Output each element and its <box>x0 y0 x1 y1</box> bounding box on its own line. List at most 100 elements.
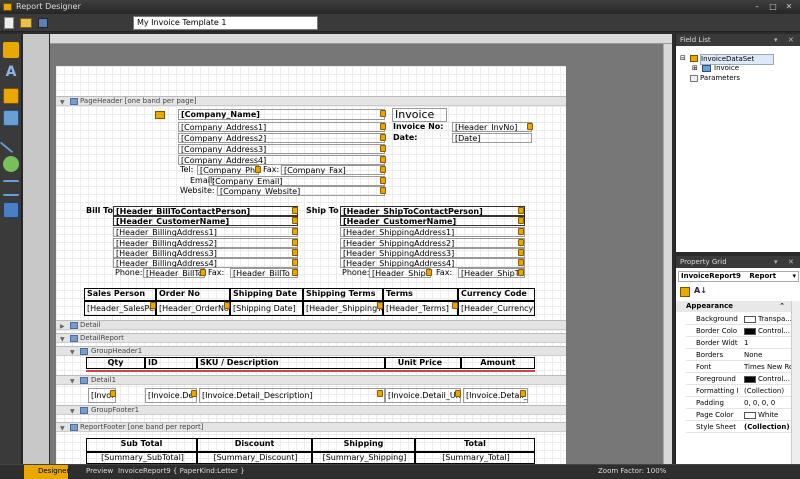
prop-row-foreground[interactable]: Foreground Control... <box>686 373 800 385</box>
smart-tag-icon[interactable] <box>255 166 261 173</box>
smart-tag-icon[interactable] <box>292 259 298 266</box>
bill-to-address2-field[interactable]: [Header_BillingAddress2] <box>113 238 298 248</box>
smart-tag-icon[interactable] <box>520 390 526 397</box>
section-appearance[interactable]: Appearance ⌃ <box>676 301 791 312</box>
item-header-amount[interactable]: Amount <box>461 357 535 369</box>
property-grid-scrollbar[interactable] <box>791 301 800 464</box>
tab-preview[interactable]: Preview <box>72 465 113 479</box>
bill-to-fax-field[interactable]: [Header_BillTo <box>230 268 298 278</box>
company-address1-field[interactable]: [Company_Address1] <box>178 122 385 132</box>
item-cell-unit-price[interactable]: [Invoice.Detail_Uni <box>385 388 461 403</box>
tab-designer[interactable]: Designer <box>24 465 69 479</box>
collapse-icon[interactable]: ▼ <box>60 335 65 344</box>
item-cell-id[interactable]: [Invoice.De <box>145 388 197 403</box>
prop-row-border-width[interactable]: Border Widt 1 <box>686 337 800 349</box>
band-report-footer[interactable]: ▼ ReportFooter [one band per report] <box>56 422 566 432</box>
collapse-icon[interactable]: ▼ <box>70 407 75 416</box>
item-header-qty[interactable]: Qty <box>86 357 145 369</box>
ship-to-address1-field[interactable]: [Header_ShippingAddress1] <box>340 227 525 237</box>
smart-tag-icon[interactable] <box>377 390 383 397</box>
order-cell-order-no[interactable]: [Header_OrderNo] <box>156 301 230 316</box>
pin-icon[interactable]: ▾ <box>774 256 778 268</box>
tree-expander-icon[interactable]: ⊞ <box>692 64 698 73</box>
bill-to-phone-field[interactable]: [Header_BillTo <box>143 268 205 278</box>
order-header-currency-code[interactable]: Currency Code <box>458 288 535 301</box>
item-header-unit-price[interactable]: Unit Price <box>385 357 461 369</box>
panel-tool-icon[interactable] <box>3 88 19 104</box>
collapse-icon[interactable]: ▼ <box>60 98 65 107</box>
ship-to-customer-field[interactable]: [Header_CustomerName] <box>340 216 525 226</box>
tree-expander-icon[interactable]: ⊟ <box>680 54 686 63</box>
order-header-shipping-terms[interactable]: Shipping Terms <box>303 288 383 301</box>
order-cell-shipping-date[interactable]: [Shipping Date] <box>230 301 303 316</box>
band-detail1[interactable]: ▼ Detail1 <box>56 375 566 385</box>
smart-tag-icon[interactable] <box>518 269 524 276</box>
ship-to-address4-field[interactable]: [Header_ShippingAddress4] <box>340 258 525 268</box>
smart-tag-icon[interactable] <box>380 156 386 163</box>
prop-row-borders[interactable]: Borders None <box>686 349 800 361</box>
company-fax-field[interactable]: [Company_Fax] <box>281 165 385 175</box>
smart-tag-icon[interactable] <box>292 269 298 276</box>
band-group-header[interactable]: ▼ GroupHeader1 <box>56 346 566 356</box>
page-break-tool-icon[interactable] <box>3 180 19 196</box>
object-selector[interactable]: InvoiceReport9 Report ▾ <box>678 271 799 282</box>
ship-to-address3-field[interactable]: [Header_ShippingAddress3] <box>340 248 525 258</box>
bill-to-address3-field[interactable]: [Header_BillingAddress3] <box>113 248 298 258</box>
date-field[interactable]: [Date] <box>452 133 532 143</box>
cross-band-tool-icon[interactable] <box>3 202 19 218</box>
invoice-title[interactable]: Invoice <box>392 108 447 122</box>
pointer-icon[interactable] <box>3 42 19 58</box>
smart-tag-icon[interactable] <box>380 134 386 141</box>
totals-cell-discount[interactable]: [Summary_Discount] <box>197 452 312 464</box>
order-cell-sales-person[interactable]: [Header_SalesPers <box>84 301 156 316</box>
smart-tag-icon[interactable] <box>527 123 533 130</box>
bill-to-address4-field[interactable]: [Header_BillingAddress4] <box>113 258 298 268</box>
smart-tag-icon[interactable] <box>380 145 386 152</box>
band-detail-report[interactable]: ▼ DetailReport <box>56 333 566 343</box>
collapse-icon[interactable]: ▼ <box>70 348 75 357</box>
smart-tag-icon[interactable] <box>110 390 116 397</box>
smart-tag-icon[interactable] <box>518 239 524 246</box>
smart-tag-icon[interactable] <box>380 177 386 184</box>
label-tool-icon[interactable]: A <box>3 64 19 80</box>
close-icon[interactable]: ✕ <box>788 256 794 268</box>
smart-tag-icon[interactable] <box>518 249 524 256</box>
minimize-icon[interactable]: – <box>752 2 762 12</box>
company-name-field[interactable]: [Company_Name] <box>178 109 385 120</box>
table-tool-icon[interactable] <box>3 110 19 126</box>
bill-to-contact-field[interactable]: [Header_BillToContactPerson] <box>113 206 298 216</box>
company-address2-field[interactable]: [Company_Address2] <box>178 133 385 143</box>
company-website-field[interactable]: [Company_Website] <box>217 186 385 196</box>
ship-to-phone-field[interactable]: [Header_ShipTo <box>369 268 431 278</box>
prop-row-border-color[interactable]: Border Colo Control... <box>686 325 800 337</box>
pin-icon[interactable]: ▾ <box>774 34 778 46</box>
vertical-scrollbar[interactable] <box>663 44 672 464</box>
totals-header-subtotal[interactable]: Sub Total <box>86 438 197 452</box>
report-name-input[interactable]: My Invoice Template 1 <box>133 16 318 30</box>
collapse-icon[interactable]: ▼ <box>70 377 75 386</box>
smart-tag-icon[interactable] <box>292 207 298 214</box>
smart-tag-icon[interactable] <box>426 269 432 276</box>
tree-item-parameters[interactable]: Parameters <box>700 74 740 83</box>
smart-tag-icon[interactable] <box>518 217 524 224</box>
bill-to-address1-field[interactable]: [Header_BillingAddress1] <box>113 227 298 237</box>
new-icon[interactable] <box>4 17 14 29</box>
shape-tool-icon[interactable] <box>3 156 19 172</box>
smart-tag-icon[interactable] <box>380 123 386 130</box>
smart-tag-icon[interactable] <box>455 390 461 397</box>
smart-tag-icon[interactable] <box>191 390 197 397</box>
logo-picture[interactable] <box>155 111 165 119</box>
categorized-icon[interactable] <box>680 287 690 297</box>
prop-row-background[interactable]: Background Transpa... <box>686 313 800 325</box>
totals-cell-subtotal[interactable]: [Summary_SubTotal] <box>86 452 197 464</box>
item-header-id[interactable]: ID <box>145 357 197 369</box>
invoice-no-field[interactable]: [Header_InvNo] <box>452 122 532 132</box>
expand-icon[interactable]: ▶ <box>60 322 65 331</box>
totals-cell-total[interactable]: [Summary_Total] <box>415 452 535 464</box>
item-header-description[interactable]: SKU / Description <box>197 357 385 369</box>
order-header-sales-person[interactable]: Sales Person <box>84 288 156 301</box>
smart-tag-icon[interactable] <box>518 259 524 266</box>
collapse-icon[interactable]: ▼ <box>60 424 65 433</box>
totals-header-shipping[interactable]: Shipping <box>312 438 415 452</box>
bill-to-customer-field[interactable]: [Header_CustomerName] <box>113 216 298 226</box>
